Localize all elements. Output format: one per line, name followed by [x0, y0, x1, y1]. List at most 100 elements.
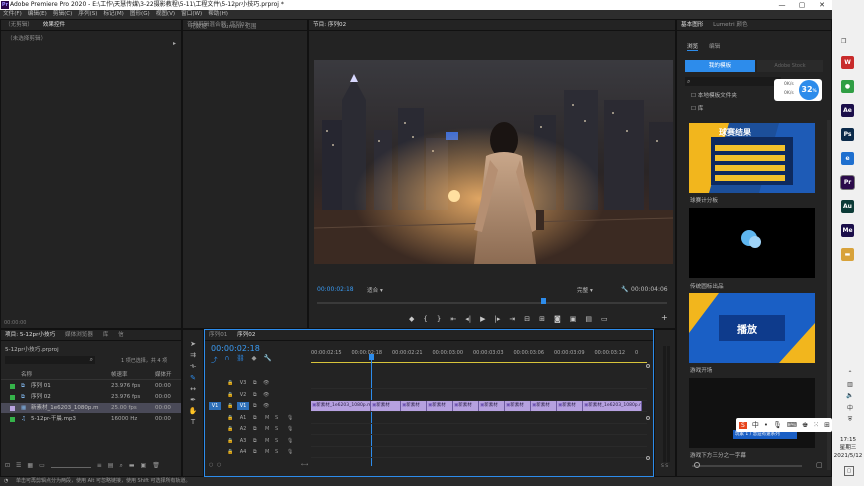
template-lower-third-thumb[interactable]: 玩家 1 / 急迫有速系列: [689, 378, 815, 448]
compare-icon[interactable]: ▣: [570, 315, 577, 323]
extract-icon[interactable]: ⊞: [539, 315, 545, 323]
lock-icon[interactable]: 🔒: [227, 378, 233, 388]
notification-icon[interactable]: ▢: [844, 466, 854, 476]
template-logo-thumb[interactable]: [689, 208, 815, 278]
eye-icon[interactable]: 👁: [263, 401, 269, 411]
step-back-icon[interactable]: ◂|: [465, 315, 471, 323]
column-frame-rate[interactable]: 帧速率: [111, 371, 128, 380]
ae-icon[interactable]: Ae: [841, 104, 854, 117]
tab-effect-controls[interactable]: 效果控件: [39, 20, 69, 30]
quality-dropdown[interactable]: 完整 ▾: [577, 286, 593, 294]
track-header-a2[interactable]: 🔒 A2 ⧉ M S 🎙: [205, 424, 310, 434]
project-item[interactable]: ⧉ 序列 01 23.976 fps 00:00: [1, 381, 181, 391]
timeline-scroll[interactable]: ○ ○ ⟷: [209, 462, 649, 470]
zoom-in-icon[interactable]: ○: [217, 462, 221, 468]
thumbnail-size-handle[interactable]: [694, 462, 700, 468]
scroll-handle-mid[interactable]: [646, 416, 650, 420]
new-bin-icon[interactable]: ▬: [129, 462, 135, 472]
track-header-a3[interactable]: 🔒 A3 ⧉ M S 🎙: [205, 436, 310, 446]
lift-icon[interactable]: ⊟: [524, 315, 530, 323]
project-item[interactable]: ⧉ 序列 02 23.976 fps 00:00: [1, 392, 181, 402]
timeline-clip[interactable]: ▣新素材_1e6203_1080p.mp4: [583, 401, 642, 411]
lock-icon[interactable]: 🔒: [227, 401, 233, 411]
timeline-timecode[interactable]: 00:00:02:18: [211, 344, 260, 353]
menu-item-4[interactable]: 标记(M): [100, 10, 126, 19]
linked-selection-icon[interactable]: ⛓: [236, 354, 244, 364]
razor-tool-icon[interactable]: ✎: [190, 374, 196, 382]
work-area-bar[interactable]: [311, 362, 647, 363]
track-header-v1[interactable]: V1 🔒 V1 ⧉ 👁: [205, 401, 310, 411]
panel-expand-icon[interactable]: ▸: [173, 40, 176, 47]
timeline-clip[interactable]: ▣新素材: [479, 401, 505, 411]
track-select-icon[interactable]: ⇉: [190, 351, 196, 359]
lock-icon[interactable]: 🔒: [227, 447, 233, 457]
edge-icon[interactable]: e: [841, 152, 854, 165]
selection-tool-icon[interactable]: ➤: [190, 340, 196, 348]
wps-icon[interactable]: W: [841, 56, 854, 69]
track-header-a4[interactable]: 🔒 A4 ⧉ M S 🎙: [205, 447, 310, 457]
tab-media-browser[interactable]: 媒体浏览器: [61, 330, 97, 340]
add-button-icon[interactable]: +: [661, 313, 668, 322]
ime-mic-icon[interactable]: 🎙: [773, 421, 782, 429]
template-search-input[interactable]: ⌕: [685, 77, 781, 86]
microphone-icon[interactable]: 🎙: [287, 413, 293, 423]
local-templates-checkbox[interactable]: ☐ 本地模板文件夹: [691, 91, 737, 99]
ime-chinese-icon[interactable]: 中: [752, 420, 759, 430]
tab-sequence-02[interactable]: 序列02: [233, 330, 259, 340]
lock-icon[interactable]: 🔒: [227, 413, 233, 423]
minimize-button[interactable]: —: [772, 0, 792, 10]
sync-lock-icon[interactable]: ⧉: [253, 436, 257, 446]
shield-icon[interactable]: ⛨: [848, 416, 853, 424]
time-ruler[interactable]: 00:00:02:15 00:00:02:18 00:00:02:21 00:00:0…: [311, 346, 647, 362]
list-view-icon[interactable]: ☰: [16, 462, 21, 472]
mark-in-icon[interactable]: {: [423, 315, 427, 323]
tab-program-sequence[interactable]: 节目: 序列02: [309, 20, 350, 30]
my-templates-button[interactable]: 我的模板: [685, 60, 755, 72]
step-forward-icon[interactable]: |▸: [494, 315, 500, 323]
template-scoreboard-thumb[interactable]: 球赛结果: [689, 123, 815, 193]
timeline-clip[interactable]: ▣新素材: [401, 401, 427, 411]
sync-lock-icon[interactable]: ⧉: [253, 424, 257, 434]
timeline-clip[interactable]: ▣新素材_1e6203_1080p.mp4: [311, 401, 371, 411]
meter-solo-labels[interactable]: S S: [661, 464, 668, 469]
lock-icon[interactable]: 🔒: [227, 424, 233, 434]
timeline-clip[interactable]: ▣新素材: [505, 401, 531, 411]
mark-out-icon[interactable]: }: [437, 315, 441, 323]
thumbnail-size-slider[interactable]: [692, 465, 802, 467]
solo-icon[interactable]: S: [275, 424, 278, 434]
solo-icon[interactable]: S: [275, 413, 278, 423]
folder-icon[interactable]: ▬: [841, 248, 854, 261]
add-marker-icon[interactable]: ◆: [252, 354, 257, 364]
microphone-icon[interactable]: 🎙: [287, 424, 293, 434]
sogou-logo-icon[interactable]: S: [739, 421, 747, 429]
menu-item-5[interactable]: 图形(G): [127, 10, 153, 19]
solo-icon[interactable]: S: [275, 436, 278, 446]
timeline-clip[interactable]: ▣新素材: [371, 401, 401, 411]
eye-icon[interactable]: 👁: [263, 378, 269, 388]
scroll-handle-top[interactable]: [646, 364, 650, 368]
mute-icon[interactable]: M: [265, 413, 269, 423]
menu-item-1[interactable]: 编辑(E): [25, 10, 50, 19]
source-patch-v1[interactable]: V1: [209, 402, 221, 410]
project-item[interactable]: ♫ 5-12pr-干晨.mp3 16000 Hz 00:00: [1, 414, 181, 424]
go-to-out-icon[interactable]: ⇥: [509, 315, 515, 323]
zoom-out-icon[interactable]: ○: [209, 462, 213, 468]
subtab-edit[interactable]: 编辑: [709, 42, 720, 50]
track-header-v3[interactable]: 🔒 V3 ⧉ 👁: [205, 378, 310, 388]
tab-metadata[interactable]: 元数据: [190, 22, 207, 30]
column-media-start[interactable]: 媒体开: [155, 371, 172, 380]
new-item-icon[interactable]: ▣: [141, 462, 147, 472]
adobe-stock-button[interactable]: Adobe Stock: [757, 60, 823, 72]
template-game-intro-thumb[interactable]: 播放: [689, 293, 815, 363]
mute-icon[interactable]: M: [265, 424, 269, 434]
pen-tool-icon[interactable]: ✒: [190, 396, 196, 404]
scroll-handle-bottom[interactable]: [646, 456, 650, 460]
freeform-view-icon[interactable]: ▭: [39, 462, 45, 472]
network-speed-widget[interactable]: 0K/s 0K/s 32%: [774, 79, 822, 101]
menu-item-6[interactable]: 视图(V): [153, 10, 178, 19]
label-color-swatch[interactable]: [10, 395, 15, 400]
au-icon[interactable]: Au: [841, 200, 854, 213]
ime-grid-icon[interactable]: ⁙: [813, 421, 819, 429]
ime-skin-icon[interactable]: ♚: [802, 421, 808, 429]
pr-icon[interactable]: Pr: [841, 176, 854, 189]
